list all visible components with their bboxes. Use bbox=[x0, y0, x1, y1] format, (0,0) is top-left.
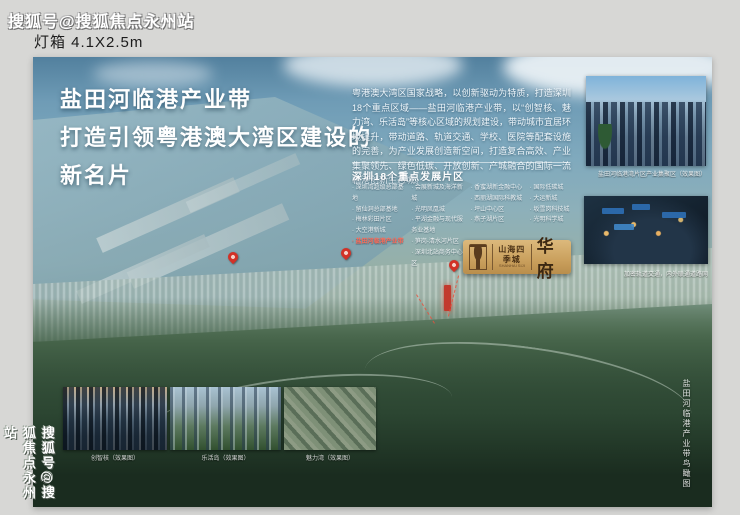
transit-map-image bbox=[584, 196, 708, 264]
brand-emblem-icon bbox=[469, 244, 487, 270]
brand-suffix: 华府 bbox=[537, 232, 565, 282]
brand-name: 山海四季城 SHANHAI SIJI bbox=[492, 244, 532, 270]
brand-plaque: 山海四季城 SHANHAI SIJI 华府 bbox=[463, 240, 571, 274]
inset-caption-1: 创智核（效果图） bbox=[63, 453, 167, 462]
district-item: 燕子湖片区 bbox=[471, 215, 525, 226]
sohu-watermark-vertical: 搜狐号@搜狐焦点永州站 bbox=[0, 426, 57, 515]
district-item: 坪山中心区 bbox=[471, 205, 525, 216]
headline-line-3: 新名片 bbox=[60, 157, 372, 195]
inset-render-1 bbox=[63, 387, 167, 450]
map-label-chip bbox=[662, 212, 686, 218]
district-item: 会展新城及海洋新城 bbox=[411, 183, 465, 205]
map-label-chip bbox=[602, 208, 624, 214]
inset-render-2 bbox=[170, 387, 281, 450]
divider-line bbox=[352, 162, 568, 163]
brand-name-sub: SHANHAI SIJI bbox=[495, 264, 529, 269]
district-item: 梅林彩田片区 bbox=[352, 215, 406, 226]
inset-caption-2: 乐活岛（效果图） bbox=[170, 453, 281, 462]
districts-header: 深圳18个重点发展片区 bbox=[352, 168, 464, 183]
district-item: 笋岗-清水河片区 bbox=[411, 237, 465, 248]
district-column-1: 深圳湾超级总部基地留仙洞总部基地梅林彩田片区大空港新城盐田河临港产业带 bbox=[352, 183, 406, 269]
district-column-2: 会展新城及海洋新城光明凤凰城平湖金融与现代服务业基地笋岗-清水河片区深圳北站商务… bbox=[411, 183, 465, 269]
inset-render-3 bbox=[284, 387, 376, 450]
district-item: 大运新城 bbox=[530, 194, 584, 205]
district-item: 光明科学城 bbox=[530, 215, 584, 226]
map-label-chip bbox=[614, 224, 634, 230]
map-label-chip bbox=[632, 204, 650, 210]
billboard-photo: 盐田河临港产业带 打造引领粤港澳大湾区建设的 新名片 粤港澳大湾区国家战略，以创… bbox=[33, 57, 712, 507]
lightbox-size-label: 灯箱 4.1X2.5m bbox=[34, 31, 143, 52]
district-item: 坂雪岗科技城 bbox=[530, 205, 584, 216]
brand-name-text: 山海四季城 bbox=[498, 245, 525, 264]
district-item: 盐田河临港产业带 bbox=[352, 237, 406, 248]
render-towers-caption: 盐田河临港湾片区产业集聚区（效果图） bbox=[586, 169, 706, 178]
palm-tree bbox=[592, 124, 618, 164]
district-item: 国际低碳城 bbox=[530, 183, 584, 194]
screenshot-root: 搜狐号@搜狐焦点永州站 灯箱 4.1X2.5m 盐田河临港产业带 打造引领粤港澳… bbox=[0, 0, 740, 515]
district-item: 香蜜湖新金融中心 bbox=[471, 183, 525, 194]
sohu-watermark: 搜狐号@搜狐焦点永州站 bbox=[8, 8, 195, 32]
transit-map-caption: 加密轨道交通，内外联通道路网 bbox=[584, 269, 708, 278]
render-towers-image bbox=[586, 76, 706, 166]
headline-line-2: 打造引领粤港澳大湾区建设的 bbox=[60, 119, 372, 157]
headline-line-1: 盐田河临港产业带 bbox=[60, 81, 372, 119]
vertical-photo-caption: 盐田河临港产业带鸟瞰图 bbox=[681, 379, 692, 489]
district-item: 西丽湖国际科教城 bbox=[471, 194, 525, 205]
district-item: 深圳湾超级总部基地 bbox=[352, 183, 406, 205]
billboard-headline: 盐田河临港产业带 打造引领粤港澳大湾区建设的 新名片 bbox=[60, 81, 372, 195]
inset-caption-3: 魅力湾（效果图） bbox=[284, 453, 376, 462]
district-item: 平湖金融与现代服务业基地 bbox=[411, 215, 465, 237]
district-item: 留仙洞总部基地 bbox=[352, 205, 406, 216]
district-item: 光明凤凰城 bbox=[411, 205, 465, 216]
district-item: 大空港新城 bbox=[352, 226, 406, 237]
